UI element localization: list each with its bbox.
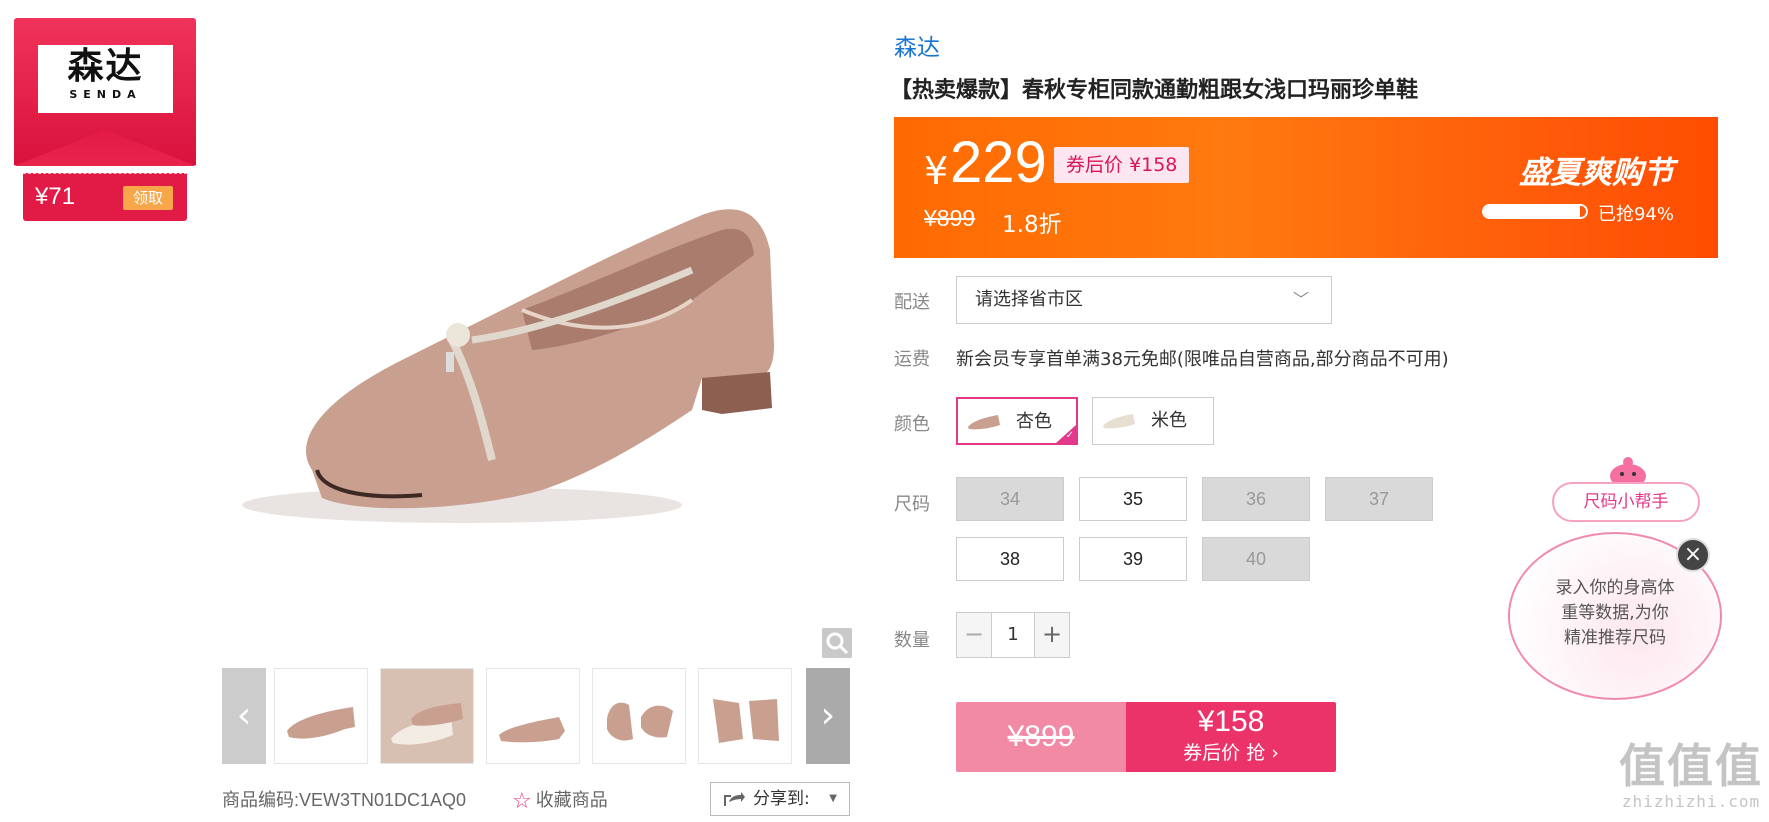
watermark-url: zhizhizhi.com bbox=[1621, 792, 1761, 811]
size-option-37: 37 bbox=[1325, 477, 1433, 521]
shoe-image bbox=[242, 209, 774, 523]
original-price: ¥899 bbox=[924, 205, 976, 231]
color-option-label: 米色 bbox=[1151, 410, 1187, 431]
chevron-down-icon: ﹀ bbox=[1292, 290, 1309, 309]
quantity-stepper: − 1 + bbox=[956, 612, 1070, 658]
buy-now-area[interactable]: ¥158 券后价 抢 › bbox=[1126, 702, 1336, 772]
quantity-input[interactable]: 1 bbox=[991, 613, 1035, 657]
size-label: 尺码 bbox=[894, 494, 930, 515]
region-placeholder: 请选择省市区 bbox=[975, 289, 1083, 310]
region-select[interactable]: 请选择省市区 ﹀ bbox=[956, 276, 1332, 324]
sku-code: 商品编码:VEW3TN01DC1AQ0 bbox=[222, 790, 467, 810]
thumbnail-strip: ‹ › bbox=[222, 668, 852, 764]
buy-price: ¥158 bbox=[1197, 705, 1265, 738]
coupon-amount: ¥71 bbox=[35, 183, 76, 210]
share-label: 分享到: bbox=[753, 789, 810, 809]
sold-percent-label: 已抢94% bbox=[1597, 204, 1674, 225]
thumb-next-button[interactable]: › bbox=[806, 668, 850, 764]
price-banner: ¥ 229 券后价 ¥158 ¥899 1.8折 盛夏爽购节 已抢94% bbox=[894, 117, 1718, 258]
size-helper-button[interactable]: 尺码小帮手 bbox=[1552, 482, 1700, 522]
watermark: 值值值 zhizhizhi.com bbox=[1618, 740, 1764, 820]
size-option-39[interactable]: 39 bbox=[1079, 537, 1187, 581]
delivery-label: 配送 bbox=[894, 292, 930, 313]
logo-en: SENDA bbox=[69, 88, 142, 101]
brand-logo: 森达 SENDA bbox=[38, 45, 173, 113]
thumbnail-3[interactable] bbox=[486, 668, 580, 764]
color-swatch-shoe bbox=[1103, 414, 1135, 429]
thumb-shoe bbox=[499, 717, 565, 743]
quantity-label: 数量 bbox=[894, 630, 930, 651]
thumb-shoe bbox=[713, 699, 779, 743]
color-option-beige[interactable]: 米色 bbox=[1092, 397, 1214, 445]
size-option-38[interactable]: 38 bbox=[956, 537, 1064, 581]
meta-row: 商品编码:VEW3TN01DC1AQ0 ☆ 收藏商品 分享到: ▼ bbox=[222, 782, 862, 816]
color-swatch-shoe bbox=[968, 415, 1000, 430]
sold-progress-fill bbox=[1484, 206, 1580, 217]
thumbnail-2[interactable] bbox=[380, 668, 474, 764]
favorite-label: 收藏商品 bbox=[535, 790, 608, 811]
buy-action-label: 券后价 抢 › bbox=[1183, 742, 1279, 764]
size-option-36: 36 bbox=[1202, 477, 1310, 521]
brand-link[interactable]: 森达 bbox=[894, 28, 940, 62]
watermark-logo: 值值值 bbox=[1619, 739, 1763, 793]
sold-progress-bar bbox=[1482, 204, 1588, 219]
thumbnail-4[interactable] bbox=[592, 668, 686, 764]
buy-button[interactable]: ¥899 ¥158 券后价 抢 › bbox=[956, 702, 1336, 772]
close-icon[interactable]: × bbox=[1676, 538, 1710, 572]
thumb-shoe bbox=[391, 703, 463, 745]
share-dropdown[interactable]: 分享到: ▼ bbox=[710, 782, 850, 816]
main-product-image bbox=[222, 0, 852, 660]
discount-label: 1.8折 bbox=[1002, 212, 1062, 238]
check-icon: ✓ bbox=[1056, 425, 1076, 443]
size-option-35[interactable]: 35 bbox=[1079, 477, 1187, 521]
logo-cn: 森达 bbox=[67, 46, 144, 87]
after-coupon-badge: 券后价 ¥158 bbox=[1054, 147, 1190, 183]
size-option-40: 40 bbox=[1202, 537, 1310, 581]
favorite-button[interactable]: ☆ 收藏商品 bbox=[512, 786, 608, 814]
caret-down-icon: ▼ bbox=[829, 793, 837, 804]
helper-line-2: 重等数据,为你 bbox=[1561, 603, 1669, 623]
coupon-claim-button[interactable]: 领取 bbox=[123, 186, 173, 210]
event-title: 盛夏爽购节 bbox=[1519, 155, 1674, 191]
coupon-tag[interactable]: 森达 SENDA ¥71 领取 bbox=[14, 18, 196, 223]
thumbnail-5[interactable] bbox=[698, 668, 792, 764]
currency-symbol: ¥ bbox=[924, 149, 949, 193]
size-option-34: 34 bbox=[956, 477, 1064, 521]
freight-text: 新会员专享首单满38元免邮(限唯品自营商品,部分商品不可用) bbox=[956, 349, 1449, 370]
coupon-bottom[interactable]: ¥71 领取 bbox=[23, 173, 187, 221]
buy-original-price: ¥899 bbox=[956, 702, 1126, 772]
thumb-prev-button[interactable]: ‹ bbox=[222, 668, 266, 764]
zoom-icon[interactable] bbox=[822, 628, 852, 658]
star-icon: ☆ bbox=[512, 789, 532, 814]
quantity-plus-button[interactable]: + bbox=[1035, 613, 1069, 657]
magnifier-icon bbox=[826, 632, 849, 655]
color-option-label: 杏色 bbox=[1016, 411, 1052, 432]
helper-line-1: 录入你的身高体 bbox=[1555, 578, 1675, 598]
thumb-shoe bbox=[287, 707, 355, 739]
color-label: 颜色 bbox=[894, 414, 930, 435]
share-icon bbox=[724, 792, 745, 806]
quantity-minus-button[interactable]: − bbox=[957, 613, 991, 657]
thumbnail-1[interactable] bbox=[274, 668, 368, 764]
product-title: 【热卖爆款】春秋专柜同款通勤粗跟女浅口玛丽珍单鞋 bbox=[890, 78, 1419, 103]
thumb-shoe bbox=[607, 702, 673, 741]
freight-label: 运费 bbox=[894, 349, 930, 370]
helper-line-3: 精准推荐尺码 bbox=[1564, 628, 1666, 648]
color-option-apricot[interactable]: 杏色 ✓ bbox=[956, 397, 1078, 445]
current-price: 229 bbox=[950, 130, 1047, 195]
